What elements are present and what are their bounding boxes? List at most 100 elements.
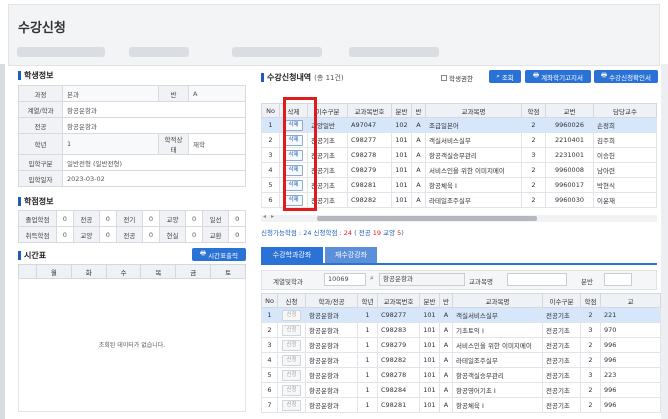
table-row[interactable]: 4 신청 항공운항과 1 C98282 101 A 라테일조주실무 전공기초 2…: [261, 352, 662, 368]
table-row[interactable]: 3 신청 항공운항과 1 C98279 101 A 서비스인을 위한 이미지메이…: [261, 337, 662, 353]
apply-button[interactable]: 신청: [282, 369, 301, 381]
col-header: 교: [599, 293, 662, 308]
enroll-confirm-button[interactable]: 🖶 수강신청확인서: [594, 70, 658, 83]
professor: 박현식: [593, 177, 657, 193]
row-no: 5: [261, 177, 280, 193]
dept: 항공운항과: [305, 322, 358, 338]
section-input[interactable]: [604, 273, 632, 286]
apply-button[interactable]: 신청: [282, 309, 301, 321]
course-type: 전공기초: [541, 352, 581, 368]
page-title: 수강신청: [18, 21, 66, 36]
professor-id: 9960008: [545, 162, 594, 178]
table-row[interactable]: 1 삭제 교양일반 A97047 102 A 조급일본어 2 9960026 손…: [261, 117, 657, 133]
printer-icon: 🖶: [199, 249, 207, 257]
section-marker: [18, 251, 21, 260]
year: 1: [357, 397, 378, 413]
col-header: 반: [411, 103, 426, 118]
credit: 2: [521, 117, 546, 133]
table-row[interactable]: 6 신청 항공운항과 1 C98284 101 A 항공영어기초 I 전공기초 …: [261, 382, 662, 398]
apply-button[interactable]: 신청: [282, 339, 301, 351]
professor-id: 9960030: [545, 192, 594, 208]
col-header: 교과목번호: [347, 103, 392, 118]
col-header: 담당교수: [593, 103, 657, 118]
table-row[interactable]: 5 신청 항공운항과 1 C98278 101 A 항공객실승무관리 전공기초 …: [261, 367, 662, 383]
truncated-cell: 223: [599, 367, 662, 383]
table-row[interactable]: 2 삭제 전공기초 C98277 101 A 객실서비스실무 2 2210401…: [261, 132, 657, 148]
apply-button[interactable]: 신청: [282, 384, 301, 396]
apply-button[interactable]: 신청: [282, 324, 301, 336]
course-code: A97047: [347, 117, 392, 133]
dept: 항공운항과: [305, 367, 358, 383]
course-name: 기초토익 I: [451, 322, 543, 338]
day-header: 화: [70, 264, 107, 279]
button-label: 계좌학기고지서: [541, 73, 583, 82]
enroll-list-title: 수강신청내역 (총 11건): [261, 72, 344, 83]
professor: 남아련: [593, 162, 657, 178]
credit-summary: 신청가능학점 : 24 신청학점 : 24 ( 전공 19 교양 5): [261, 227, 404, 237]
printer-icon: 🖶: [600, 71, 608, 79]
truncated-cell: 996: [599, 397, 662, 413]
class: A: [439, 367, 453, 383]
table-row[interactable]: 1 신청 항공운항과 1 C98277 101 A 객실서비스실무 전공기초 2…: [261, 307, 662, 323]
scroll-left-icon[interactable]: ◂: [263, 213, 266, 220]
truncated-cell: 970: [599, 322, 662, 338]
row-no: 4: [261, 352, 278, 368]
tuition-notice-button[interactable]: 🖶 계좌학기고지서: [525, 70, 591, 83]
professor: 김주희: [593, 132, 657, 148]
section-label: 수강신청내역: [267, 73, 312, 82]
course-code: C98279: [347, 162, 392, 178]
course-code: C98277: [377, 307, 420, 323]
table-row[interactable]: 4 삭제 전공기초 C98279 101 A 서비스인을 위한 이미지메이 2 …: [261, 162, 657, 178]
label-cell: 과정: [18, 85, 63, 102]
table-row[interactable]: 3 삭제 전공기초 C98278 101 A 항공객실승무관리 3 223100…: [261, 147, 657, 163]
checkbox-box[interactable]: [441, 75, 447, 81]
col-header: 교과목번호: [377, 293, 420, 308]
blurred-search-bar: [17, 43, 657, 61]
print-timetable-button[interactable]: 🖶 시간표출력: [192, 248, 246, 261]
printer-icon: 🖶: [532, 71, 540, 79]
student-info-title: 학생정보: [18, 70, 53, 81]
apply-cell: 신청: [277, 322, 306, 338]
tab-dept-courses[interactable]: 수강학과강좌: [261, 247, 323, 263]
summary-text: 교양: [381, 229, 398, 237]
professor-id: 2210401: [545, 132, 594, 148]
dept-code-input[interactable]: 10069: [324, 273, 366, 286]
scroll-right-icon[interactable]: ▸: [271, 213, 274, 220]
table-row[interactable]: 2 신청 항공운항과 1 C98283 101 A 기초토익 I 전공기초 3 …: [261, 322, 662, 338]
student-authority-checkbox[interactable]: 학생권한: [441, 73, 473, 83]
professor: 이윤재: [593, 192, 657, 208]
row-no: 5: [261, 367, 278, 383]
value-cell: 0: [185, 210, 203, 227]
search-icon[interactable]: ⌕: [370, 274, 374, 283]
label-cell: 반: [158, 85, 189, 102]
table-row[interactable]: 7 신청 항공운항과 1 C98281 101 A 항공체육 I 전공기초 2 …: [261, 397, 662, 413]
apply-button[interactable]: 신청: [282, 354, 301, 366]
course-code: C98278: [347, 147, 392, 163]
truncated-cell: 996: [599, 352, 662, 368]
apply-button[interactable]: 신청: [282, 399, 301, 411]
button-label: 조회: [501, 73, 514, 82]
label-cell: 계열/학과: [18, 101, 63, 118]
row-no: 6: [261, 382, 278, 398]
course-type: 전공기초: [541, 382, 581, 398]
credit: 2: [579, 307, 601, 323]
truncated-cell: 221: [599, 307, 662, 323]
scrollbar-thumb[interactable]: [317, 216, 537, 221]
credit: 2: [579, 352, 601, 368]
search-button[interactable]: ⌕ 조회: [489, 70, 521, 83]
section-marker: [18, 197, 21, 206]
col-header: 학점: [521, 103, 546, 118]
table-row[interactable]: 5 삭제 전공기초 C98281 101 A 항공체육 I 2 9960017 …: [261, 177, 657, 193]
value-cell: 본과: [62, 85, 159, 102]
course-name: 객실서비스실무: [425, 132, 522, 148]
tab-retake-courses[interactable]: 재수강강좌: [325, 247, 377, 263]
table-row[interactable]: 6 삭제 전공기초 C98282 101 A 라테일조주실무 2 9960030…: [261, 192, 657, 208]
label-cell: 전공: [72, 210, 101, 227]
horizontal-scrollbar[interactable]: ◂ ▸: [261, 213, 657, 222]
dept-name-input[interactable]: 항공운항과: [379, 273, 465, 286]
class: A: [439, 382, 453, 398]
course-name-input[interactable]: [507, 273, 567, 286]
section: 101: [419, 337, 440, 353]
class: A: [411, 147, 426, 163]
year: 1: [357, 352, 378, 368]
